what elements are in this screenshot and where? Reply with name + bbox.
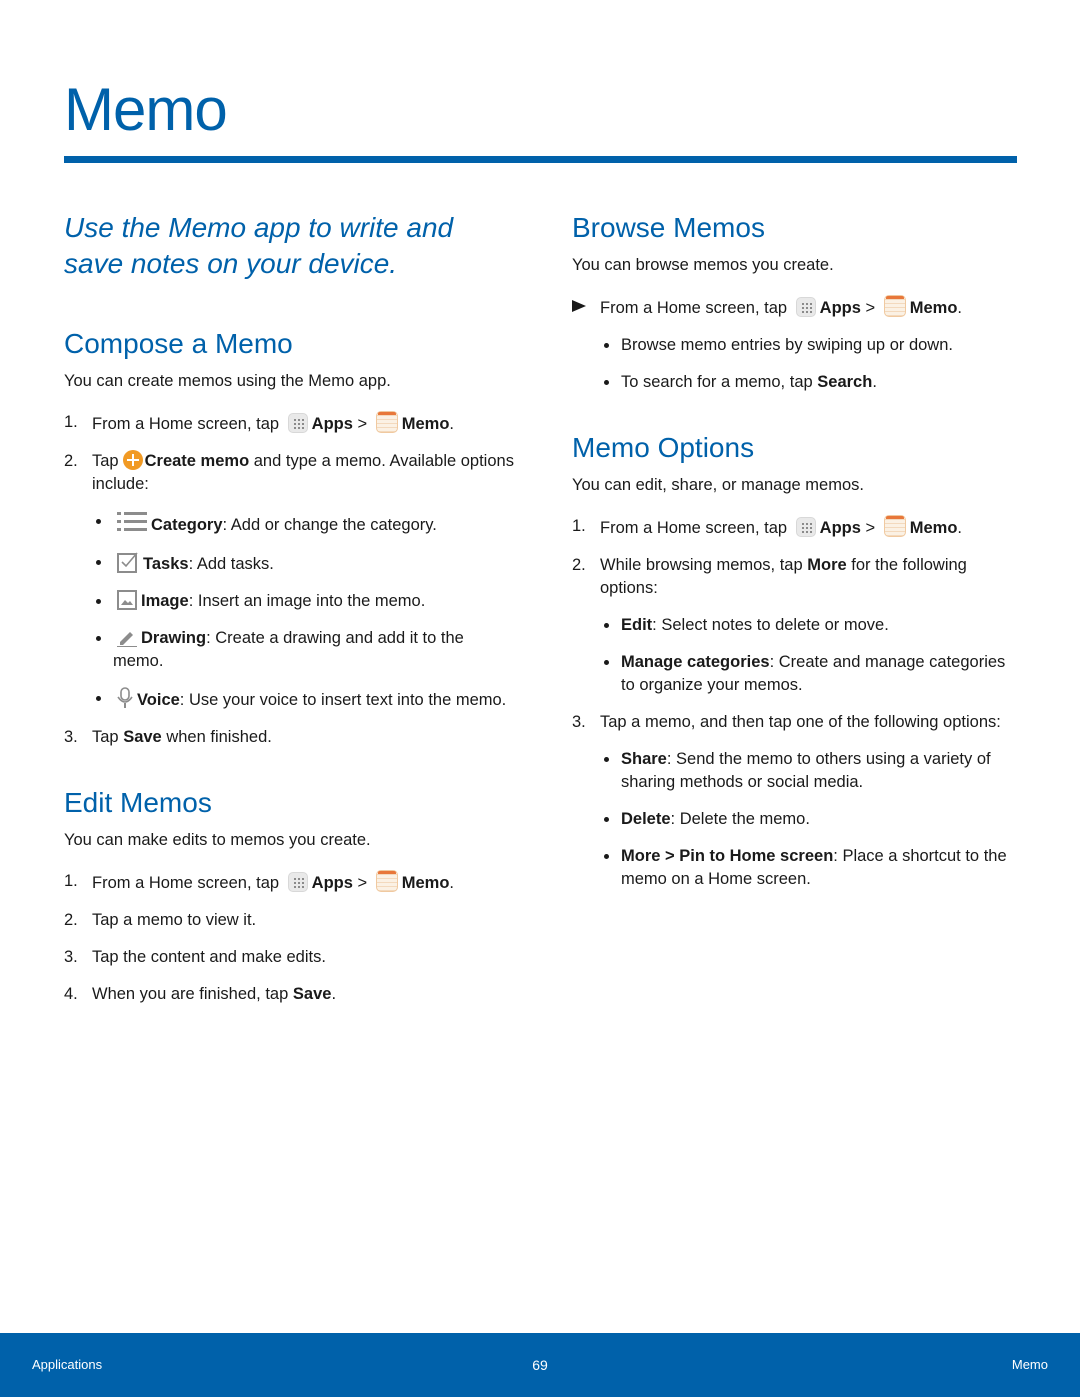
options-step-2: 2. While browsing memos, tap More for th… xyxy=(572,556,967,597)
edit-step-3: 3. Tap the content and make edits. xyxy=(64,948,326,966)
browse-lead: You can browse memos you create. xyxy=(572,256,834,274)
tasks-icon xyxy=(117,552,138,573)
arrow-bullet-icon xyxy=(572,300,586,312)
edit-step-2: 2. Tap a memo to view it. xyxy=(64,911,257,929)
memo-item-share: Share: Send the memo to others using a v… xyxy=(600,748,1022,794)
create-memo-plus-icon xyxy=(122,450,143,470)
edit-section: Edit Memos You can make edits to memos y… xyxy=(64,785,514,1006)
option-tasks: Tasks: Add tasks. xyxy=(92,551,514,576)
page-number: 69 xyxy=(532,1357,548,1373)
category-icon xyxy=(117,512,147,531)
edit-heading: Edit Memos xyxy=(64,787,212,818)
image-icon xyxy=(117,590,137,610)
options-lead: You can edit, share, or manage memos. xyxy=(572,476,864,494)
options-section: Memo Options You can edit, share, or man… xyxy=(572,430,1022,891)
browse-step: From a Home screen, tap Apps > Memo. xyxy=(572,295,1022,320)
compose-section: Compose a Memo You can create memos usin… xyxy=(64,326,514,749)
options-heading: Memo Options xyxy=(572,432,755,463)
memo-item-pin: More > Pin to Home screen: Place a short… xyxy=(600,845,1022,891)
apps-icon xyxy=(795,517,816,537)
page-title: Memo xyxy=(64,76,228,143)
more-item-edit: Edit: Select notes to delete or move. xyxy=(600,614,1022,637)
title-rule xyxy=(64,156,1017,163)
memo-app-icon xyxy=(883,295,906,317)
page-footer: Applications 69 Memo xyxy=(0,1333,1080,1397)
compose-step-1: 1. From a Home screen, tap Apps > Memo. xyxy=(64,411,455,433)
options-step-3: 3. Tap a memo, and then tap one of the fo… xyxy=(572,713,1001,731)
compose-step-2: 2. Tap Create memo and type a memo. Avail… xyxy=(64,450,514,493)
option-category: Category: Add or change the category. xyxy=(92,510,514,537)
browse-bullet-2: To search for a memo, tap Search. xyxy=(600,371,1022,394)
option-drawing: Drawing: Create a drawing and add it to … xyxy=(92,627,514,673)
apps-icon xyxy=(795,297,816,317)
voice-icon xyxy=(117,687,133,708)
drawing-icon xyxy=(117,632,137,647)
memo-item-delete: Delete: Delete the memo. xyxy=(600,808,1022,831)
compose-lead: You can create memos using the Memo app. xyxy=(64,372,391,390)
left-column: Use the Memo app to write and save notes… xyxy=(64,210,514,1020)
memo-app-icon xyxy=(883,515,906,537)
more-item-manage-categories: Manage categories: Create and manage cat… xyxy=(600,651,1022,697)
option-image: Image: Insert an image into the memo. xyxy=(92,590,514,613)
browse-heading: Browse Memos xyxy=(572,212,765,243)
right-column: Browse Memos You can browse memos you cr… xyxy=(572,210,1022,905)
apps-icon xyxy=(287,413,308,433)
footer-chapter-label: Memo xyxy=(1011,1357,1048,1372)
edit-lead: You can make edits to memos you create. xyxy=(64,831,371,849)
intro-text: Use the Memo app to write and save notes… xyxy=(64,212,454,279)
memo-app-icon xyxy=(375,411,398,433)
compose-step-3: 3. Tap Save when finished. xyxy=(64,728,272,746)
memo-app-icon xyxy=(375,870,398,892)
apps-icon xyxy=(287,872,308,892)
option-voice: Voice: Use your voice to insert text int… xyxy=(92,687,514,712)
browse-bullet-1: Browse memo entries by swiping up or dow… xyxy=(600,334,1022,357)
edit-step-1: 1. From a Home screen, tap Apps > Memo. xyxy=(64,870,455,892)
compose-options-list: Category: Add or change the category. Ta… xyxy=(92,510,514,712)
options-step-1: 1. From a Home screen, tap Apps > Memo. xyxy=(572,515,963,537)
browse-section: Browse Memos You can browse memos you cr… xyxy=(572,210,1022,394)
edit-step-4: 4. When you are finished, tap Save. xyxy=(64,985,337,1003)
compose-heading: Compose a Memo xyxy=(64,328,293,359)
